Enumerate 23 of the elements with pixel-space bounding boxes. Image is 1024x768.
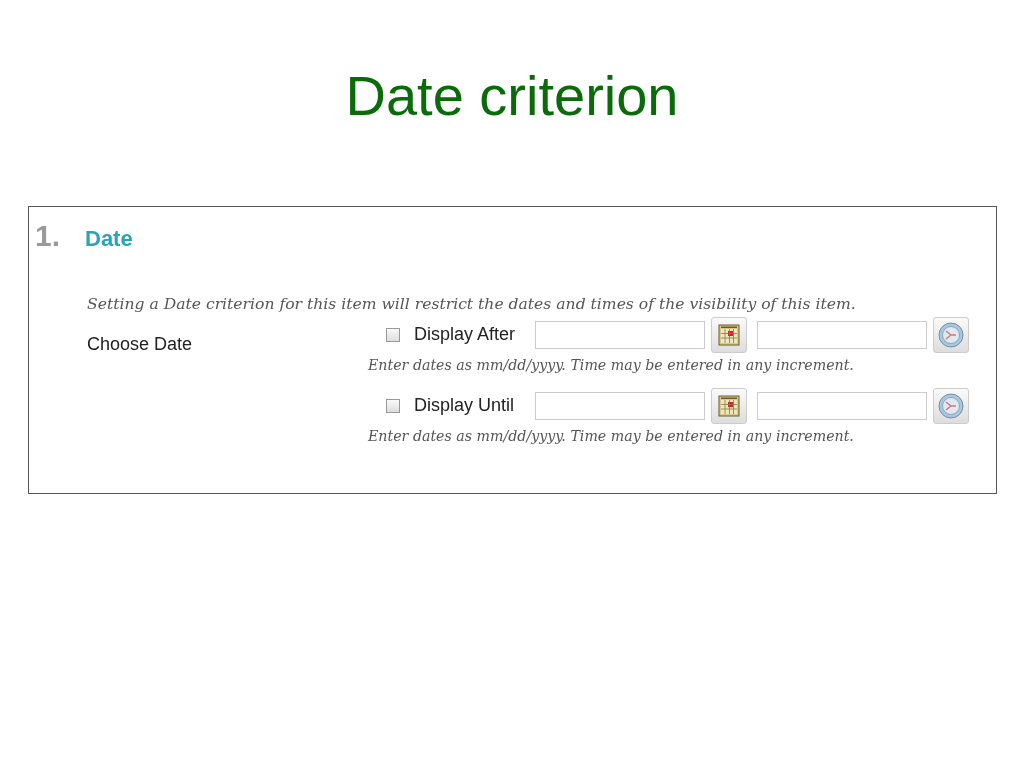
field-label: Choose Date [87,333,193,354]
calendar-icon [718,394,740,417]
clock-button[interactable] [933,316,969,353]
date-field[interactable] [535,391,705,420]
calendar-button[interactable] [711,316,747,353]
calendar-icon [718,323,740,346]
slide-title: Date criterion [344,63,680,129]
checkbox[interactable] [386,398,400,413]
checkbox[interactable] [386,327,400,342]
step-number: 1. [35,221,62,252]
description: Setting a Date criterion for this item will restrict the dates and times of the visibility of this item. [87,294,857,316]
checkbox-label[interactable]: Display After [414,321,529,349]
time-field[interactable] [757,391,927,420]
clock-icon [938,321,964,348]
hint-text: Enter dates as mm/dd/yyyy. Time may be entered in any increment. [368,355,855,375]
checkbox-label[interactable]: Display Until [414,392,529,420]
clock-icon [938,392,964,419]
calendar-button[interactable] [711,387,747,424]
time-field[interactable] [757,320,927,349]
hint-text: Enter dates as mm/dd/yyyy. Time may be entered in any increment. [368,426,855,446]
date-field[interactable] [535,320,705,349]
section-title: Date [85,225,133,254]
clock-button[interactable] [933,387,969,424]
